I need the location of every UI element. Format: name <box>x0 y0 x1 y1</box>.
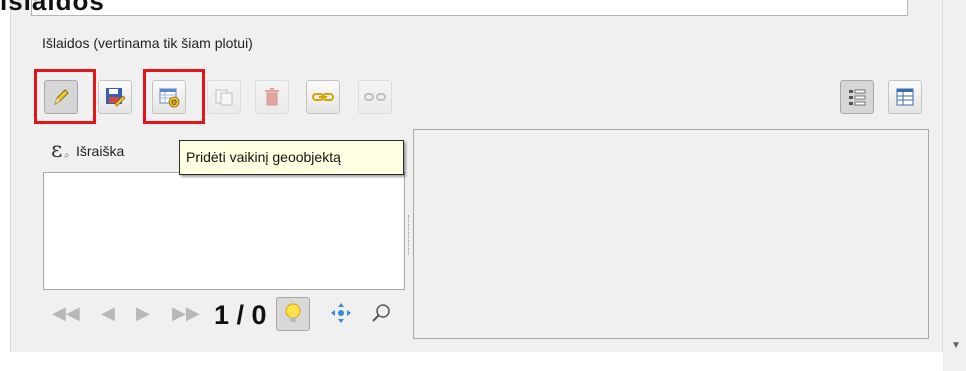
record-counter: 1 / 0 <box>214 300 267 330</box>
highlight-add-child <box>143 69 205 124</box>
tooltip: Pridėti vaikinį geoobjektą <box>179 140 404 175</box>
expression-label: Išraiška <box>76 143 125 159</box>
previous-record-icon[interactable]: ◀ <box>101 303 115 324</box>
link-feature-button[interactable] <box>306 80 340 114</box>
first-record-icon[interactable]: ◀◀ <box>52 303 80 324</box>
pan-to-feature-icon[interactable] <box>330 302 352 329</box>
vertical-scrollbar[interactable] <box>943 0 966 371</box>
form-view-button[interactable] <box>840 80 874 114</box>
form-view-icon <box>849 89 866 106</box>
next-record-icon[interactable]: ▶ <box>136 303 150 324</box>
bottom-area <box>10 352 943 371</box>
save-edits-button[interactable] <box>98 80 132 114</box>
unlink-feature-button[interactable] <box>358 80 392 114</box>
duplicate-feature-button[interactable] <box>207 80 241 114</box>
highlight-edit <box>34 69 96 124</box>
duplicate-icon <box>215 89 233 106</box>
scroll-down-icon[interactable]: ▼ <box>951 340 961 351</box>
link-icon <box>312 93 334 101</box>
last-record-icon[interactable]: ▶▶ <box>172 303 200 324</box>
trash-icon <box>265 88 279 106</box>
table-view-icon <box>896 88 914 106</box>
highlight-feature-button[interactable] <box>276 297 310 331</box>
pane-splitter[interactable] <box>408 215 411 255</box>
section-label: Išlaidos (vertinama tik šiam plotui) <box>42 35 253 51</box>
lightbulb-icon <box>285 303 301 322</box>
feature-list[interactable] <box>43 172 405 290</box>
top-field[interactable] <box>31 0 908 16</box>
save-icon <box>106 88 126 107</box>
expression-icon[interactable]: ε ⌕ <box>51 138 70 163</box>
unlink-icon <box>364 93 386 101</box>
table-view-button[interactable] <box>888 80 922 114</box>
cut-title: lšlaidos <box>0 0 105 16</box>
zoom-to-feature-icon[interactable] <box>370 302 392 329</box>
delete-feature-button[interactable] <box>255 80 289 114</box>
feature-form-pane <box>413 129 929 339</box>
